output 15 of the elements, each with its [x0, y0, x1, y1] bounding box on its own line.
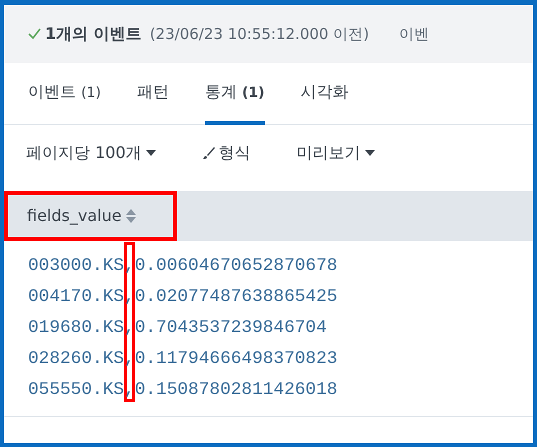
tab[interactable]: 시각화 — [300, 63, 349, 125]
caret-icon — [364, 150, 375, 156]
sort-icon — [126, 209, 136, 223]
dropdown-button[interactable]: 페이지당 100개 — [26, 141, 156, 165]
tab-label[interactable]: 이벤 — [399, 22, 430, 46]
tab[interactable]: 통계 (1) — [204, 63, 265, 125]
format-button[interactable]: 형식 — [202, 141, 251, 165]
tab[interactable]: 이벤트 (1) — [28, 63, 101, 125]
tab[interactable]: 패턴 — [136, 63, 169, 125]
dropdown-button[interactable]: 미리보기 — [296, 141, 375, 165]
time-range-text: (23/06/23 10:55:12.000 이전) — [150, 24, 370, 45]
brush-icon — [202, 146, 215, 160]
column-header[interactable]: fields_value — [4, 204, 136, 228]
result-title: 1개의 이벤트 — [45, 23, 142, 45]
caret-icon — [146, 150, 156, 156]
